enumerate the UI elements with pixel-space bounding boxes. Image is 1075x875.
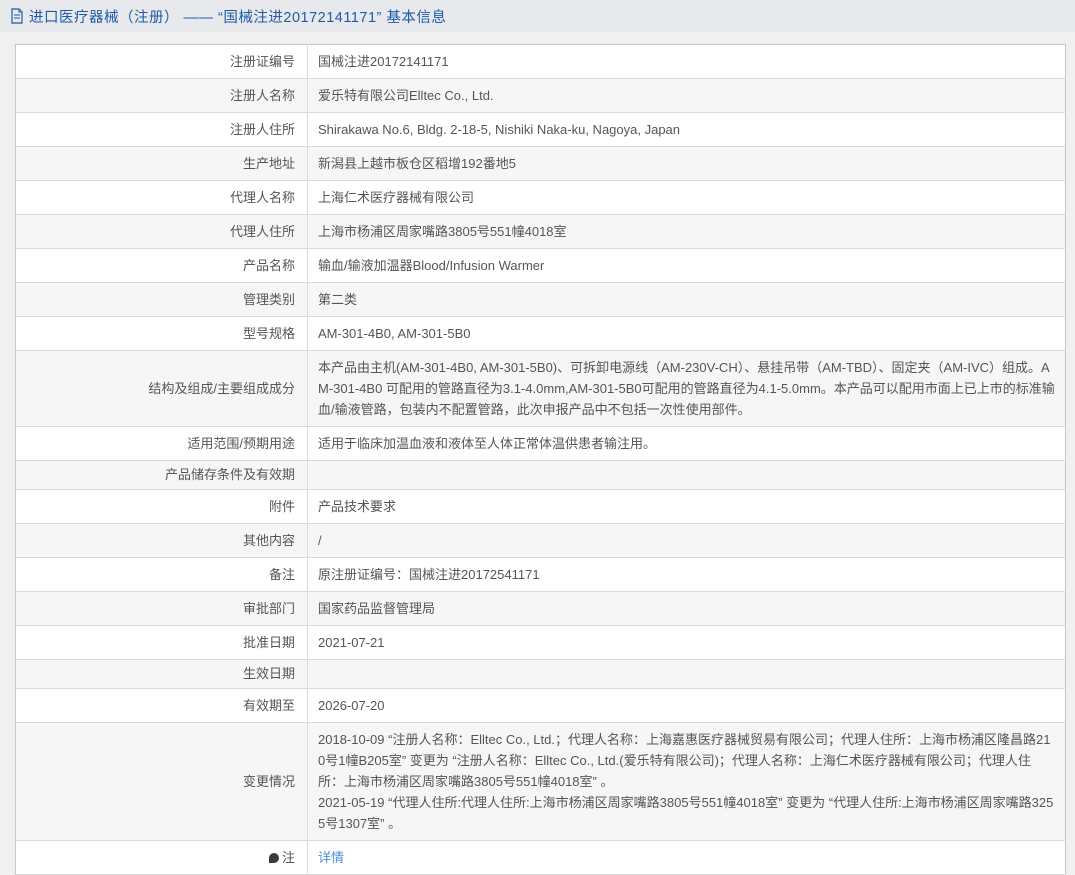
row-value: 适用于临床加温血液和液体至人体正常体温供患者输注用。 [308,427,1066,461]
table-row: 其他内容/ [16,524,1066,558]
table-row: 注册证编号国械注进20172141171 [16,45,1066,79]
table-row: 注册人住所Shirakawa No.6, Bldg. 2-18-5, Nishi… [16,113,1066,147]
row-label: 备注 [16,558,308,592]
row-label: 批准日期 [16,626,308,660]
row-label: 注 [16,841,308,875]
row-value: Shirakawa No.6, Bldg. 2-18-5, Nishiki Na… [308,113,1066,147]
row-value: 详情 [308,841,1066,875]
table-row: 注详情 [16,841,1066,875]
table-row: 型号规格AM-301-4B0, AM-301-5B0 [16,317,1066,351]
row-label: 代理人名称 [16,181,308,215]
row-value: 2018-10-09 “注册人名称：Elltec Co., Ltd.；代理人名称… [308,723,1066,841]
row-value: 新潟县上越市板仓区稻增192番地5 [308,147,1066,181]
table-row: 代理人名称上海仁术医疗器械有限公司 [16,181,1066,215]
table-row: 代理人住所上海市杨浦区周家嘴路3805号551幢4018室 [16,215,1066,249]
row-value: / [308,524,1066,558]
page-title: 进口医疗器械（注册） —— “国械注进20172141171” 基本信息 [29,6,446,27]
row-label: 产品储存条件及有效期 [16,461,308,490]
table-row: 生产地址新潟县上越市板仓区稻增192番地5 [16,147,1066,181]
table-row: 产品储存条件及有效期 [16,461,1066,490]
document-icon [10,8,24,24]
row-label: 注册证编号 [16,45,308,79]
row-label: 其他内容 [16,524,308,558]
table-row: 变更情况2018-10-09 “注册人名称：Elltec Co., Ltd.；代… [16,723,1066,841]
table-row: 适用范围/预期用途适用于临床加温血液和液体至人体正常体温供患者输注用。 [16,427,1066,461]
row-label: 生效日期 [16,660,308,689]
row-value: 上海仁术医疗器械有限公司 [308,181,1066,215]
row-label: 变更情况 [16,723,308,841]
row-value: 产品技术要求 [308,490,1066,524]
table-row: 审批部门国家药品监督管理局 [16,592,1066,626]
row-value: 2026-07-20 [308,689,1066,723]
row-value: 爱乐特有限公司Elltec Co., Ltd. [308,79,1066,113]
table-row: 备注原注册证编号：国械注进20172541171 [16,558,1066,592]
table-row: 批准日期2021-07-21 [16,626,1066,660]
row-value [308,660,1066,689]
row-label: 注册人名称 [16,79,308,113]
detail-link[interactable]: 详情 [318,850,344,865]
registration-info-table: 注册证编号国械注进20172141171注册人名称爱乐特有限公司Elltec C… [15,44,1066,875]
table-row: 产品名称输血/输液加温器Blood/Infusion Warmer [16,249,1066,283]
table-row: 有效期至2026-07-20 [16,689,1066,723]
table-row: 管理类别第二类 [16,283,1066,317]
row-value: 国械注进20172141171 [308,45,1066,79]
change-record-line: 2021-05-19 “代理人住所:代理人住所:上海市杨浦区周家嘴路3805号5… [318,792,1055,834]
page-header: 进口医疗器械（注册） —— “国械注进20172141171” 基本信息 [0,0,1075,32]
row-value [308,461,1066,490]
row-label: 适用范围/预期用途 [16,427,308,461]
row-value: 输血/输液加温器Blood/Infusion Warmer [308,249,1066,283]
table-row: 附件产品技术要求 [16,490,1066,524]
row-value: 第二类 [308,283,1066,317]
row-value: 上海市杨浦区周家嘴路3805号551幢4018室 [308,215,1066,249]
table-row: 注册人名称爱乐特有限公司Elltec Co., Ltd. [16,79,1066,113]
info-table-body: 注册证编号国械注进20172141171注册人名称爱乐特有限公司Elltec C… [16,45,1066,875]
row-label: 产品名称 [16,249,308,283]
change-record-line: 2018-10-09 “注册人名称：Elltec Co., Ltd.；代理人名称… [318,729,1055,792]
row-value: AM-301-4B0, AM-301-5B0 [308,317,1066,351]
row-label: 代理人住所 [16,215,308,249]
row-label: 生产地址 [16,147,308,181]
table-row: 生效日期 [16,660,1066,689]
row-label: 管理类别 [16,283,308,317]
row-value: 国家药品监督管理局 [308,592,1066,626]
row-value: 原注册证编号：国械注进20172541171 [308,558,1066,592]
table-row: 结构及组成/主要组成成分本产品由主机(AM-301-4B0, AM-301-5B… [16,351,1066,427]
row-label: 附件 [16,490,308,524]
row-label: 型号规格 [16,317,308,351]
row-label: 审批部门 [16,592,308,626]
note-icon [269,853,279,863]
row-label: 注册人住所 [16,113,308,147]
row-label: 有效期至 [16,689,308,723]
row-value: 2021-07-21 [308,626,1066,660]
row-label: 结构及组成/主要组成成分 [16,351,308,427]
row-value: 本产品由主机(AM-301-4B0, AM-301-5B0)、可拆卸电源线（AM… [308,351,1066,427]
